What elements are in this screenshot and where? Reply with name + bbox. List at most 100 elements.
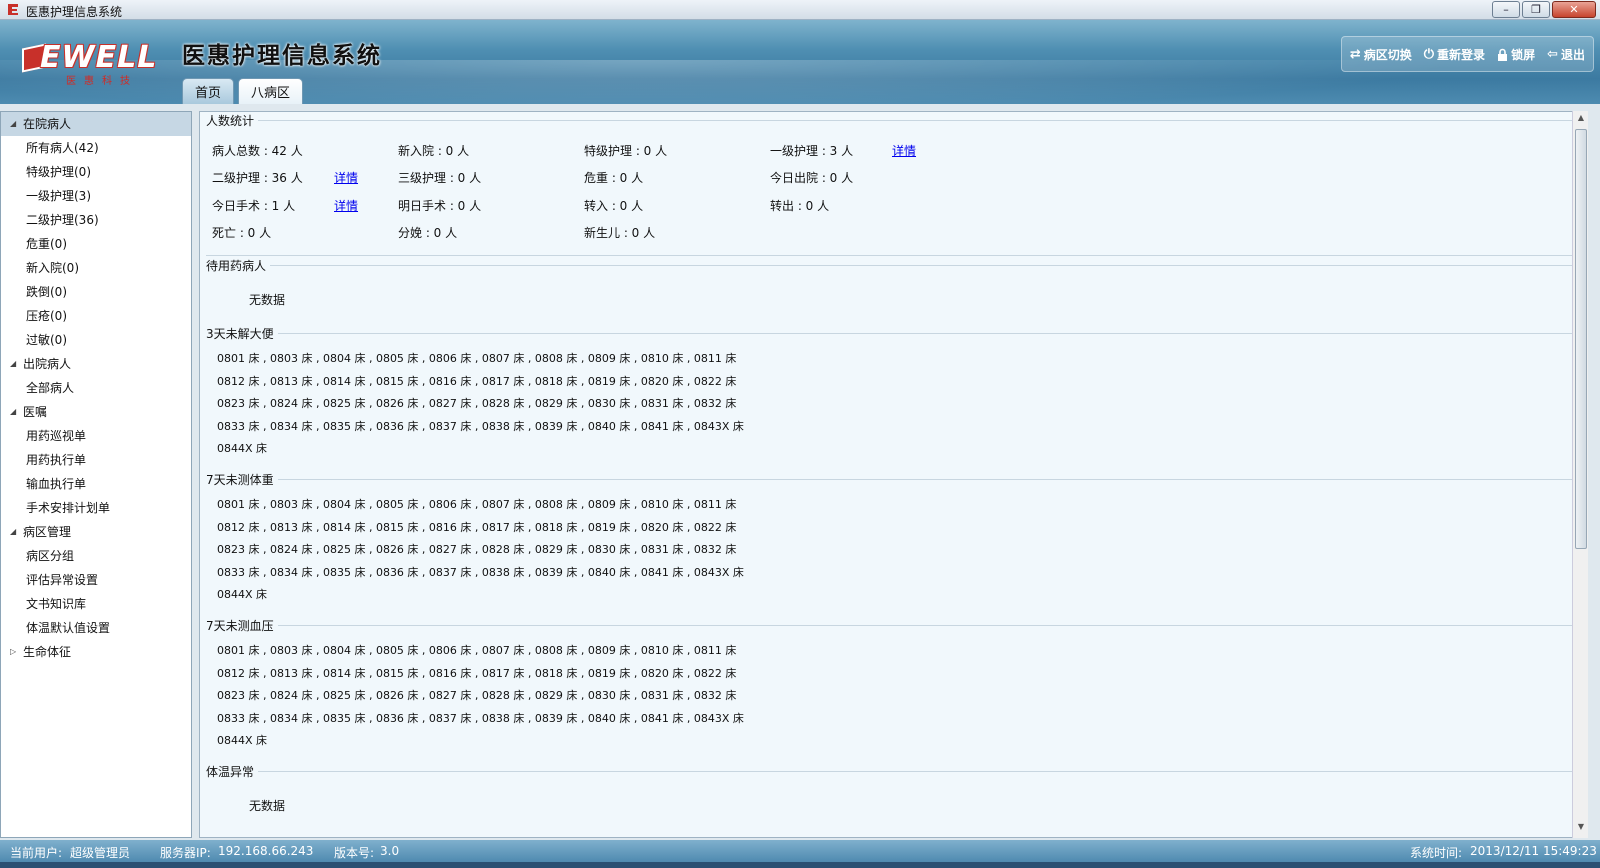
stat-item: 分娩 : 0 人 xyxy=(398,226,458,240)
bed-list-line: 0823 床 , 0824 床 , 0825 床 , 0826 床 , 0827… xyxy=(217,689,737,702)
tab-home[interactable]: 首页 xyxy=(182,78,235,104)
restore-button[interactable]: ❐ xyxy=(1522,1,1550,18)
app-icon xyxy=(8,4,18,15)
main-scrollbar[interactable]: ▲ ▼ xyxy=(1572,111,1588,838)
tree-group-17[interactable]: ◢ 病区管理 xyxy=(1,520,191,544)
tree-item-5[interactable]: 危重(0) xyxy=(1,232,191,256)
tree-group-0[interactable]: ◢ 在院病人 xyxy=(1,112,191,136)
expand-arrow-icon[interactable]: ◢ xyxy=(10,400,16,424)
system-time-label: 系统时间: xyxy=(1410,846,1463,860)
tree-item-label: 病区管理 xyxy=(23,525,72,539)
section-legend: 体温异常 xyxy=(206,763,259,780)
switch-ward-label: 病区切换 xyxy=(1363,47,1412,62)
app-header: EWELL 医惠科技 医惠护理信息系统 首页 八病区 ⇄ 病区切换 ⏻ 重新登录… xyxy=(0,20,1600,104)
status-bar: 当前用户: 超级管理员 服务器IP: 192.168.66.243 版本号: 3… xyxy=(0,840,1600,862)
section-legend: 待用药病人 xyxy=(206,257,271,274)
exit-button[interactable]: ⇦ 退出 xyxy=(1547,46,1585,63)
tree-item-2[interactable]: 特级护理(0) xyxy=(1,160,191,184)
tree-item-4[interactable]: 二级护理(36) xyxy=(1,208,191,232)
bed-list-line: 0812 床 , 0813 床 , 0814 床 , 0815 床 , 0816… xyxy=(217,520,737,534)
relogin-button[interactable]: ⏻ 重新登录 xyxy=(1424,46,1485,63)
tree-item-1[interactable]: 所有病人(42) xyxy=(1,136,191,160)
tree-item-7[interactable]: 跌倒(0) xyxy=(1,280,191,304)
stats-legend: 人数统计 xyxy=(206,112,259,129)
tree-item-6[interactable]: 新入院(0) xyxy=(1,256,191,280)
tree-item-18[interactable]: 病区分组 xyxy=(1,544,191,568)
scroll-up-icon[interactable]: ▲ xyxy=(1575,113,1587,127)
os-taskbar xyxy=(0,862,1600,868)
expand-arrow-icon[interactable]: ◢ xyxy=(10,112,16,136)
detail-link[interactable]: 详情 xyxy=(892,142,916,160)
navigation-tree: ◢ 在院病人 所有病人(42) 特级护理(0) 一级护理(3) 二级护理(36) 危重(0)… xyxy=(0,111,192,838)
tree-item-19[interactable]: 评估异常设置 xyxy=(1,568,191,592)
window-titlebar: 医惠护理信息系统 – ❐ ✕ xyxy=(0,0,1600,20)
tree-item-label: 生命体征 xyxy=(23,645,72,659)
bed-list-line: 0801 床 , 0803 床 , 0804 床 , 0805 床 , 0806… xyxy=(217,352,737,365)
bed-list-line: 0844X 床 xyxy=(217,588,268,601)
scroll-thumb[interactable] xyxy=(1575,129,1587,549)
server-ip-value: 192.168.66.243 xyxy=(218,844,314,858)
collapse-arrow-icon[interactable]: ▷ xyxy=(10,640,16,664)
stat-item: 病人总数 : 42 人 xyxy=(212,144,303,158)
app-title: 医惠护理信息系统 xyxy=(182,43,382,69)
header-toolbar: ⇄ 病区切换 ⏻ 重新登录 锁屏 ⇦ 退出 xyxy=(1340,36,1594,72)
expand-arrow-icon[interactable]: ◢ xyxy=(10,520,16,544)
scroll-down-icon[interactable]: ▼ xyxy=(1575,822,1587,836)
tree-item-16[interactable]: 手术安排计划单 xyxy=(1,496,191,520)
tree-item-label: 过敏(0) xyxy=(26,333,67,347)
tree-item-3[interactable]: 一级护理(3) xyxy=(1,184,191,208)
tree-item-11[interactable]: 全部病人 xyxy=(1,376,191,400)
restore-icon: ❐ xyxy=(1531,3,1541,16)
window-controls: – ❐ ✕ xyxy=(1492,1,1596,18)
stat-item: 一级护理 : 3 人 xyxy=(770,144,854,158)
bed-list-line: 0823 床 , 0824 床 , 0825 床 , 0826 床 , 0827… xyxy=(217,397,737,410)
system-time-value: 2013/12/11 15:49:23 xyxy=(1470,844,1597,858)
lock-screen-button[interactable]: 锁屏 xyxy=(1497,46,1535,63)
version-value: 3.0 xyxy=(380,844,400,858)
section-legend: 3天未解大便 xyxy=(206,325,278,342)
tab-bar: 首页 八病区 xyxy=(182,78,304,104)
tree-item-21[interactable]: 体温默认值设置 xyxy=(1,616,191,640)
tree-item-label: 手术安排计划单 xyxy=(26,501,111,515)
exit-label: 退出 xyxy=(1560,47,1585,62)
tree-item-label: 用药巡视单 xyxy=(26,429,87,443)
tree-item-label: 压疮(0) xyxy=(26,309,67,323)
logo: EWELL 医惠科技 xyxy=(22,38,162,87)
section-4: 体温异常 无数据 xyxy=(206,763,1582,837)
bed-list-line: 0812 床 , 0813 床 , 0814 床 , 0815 床 , 0816… xyxy=(217,374,737,388)
tree-item-20[interactable]: 文书知识库 xyxy=(1,592,191,616)
detail-link[interactable]: 详情 xyxy=(334,169,358,187)
stats-section: 人数统计 病人总数 : 42 人 新入院 : 0 人 特级护理 : 0 人 一级护理 … xyxy=(206,112,1582,256)
section-legend: 7天未测血压 xyxy=(206,617,278,634)
tree-item-label: 体温默认值设置 xyxy=(26,621,111,635)
minimize-button[interactable]: – xyxy=(1492,1,1520,18)
switch-icon: ⇄ xyxy=(1349,46,1361,62)
stat-item: 死亡 : 0 人 xyxy=(212,226,272,240)
tree-item-14[interactable]: 用药执行单 xyxy=(1,448,191,472)
switch-ward-button[interactable]: ⇄ 病区切换 xyxy=(1350,46,1412,63)
section-2: 7天未测体重 0801 床 , 0803 床 , 0804 床 , 0805 床 … xyxy=(206,471,1582,619)
detail-link[interactable]: 详情 xyxy=(334,197,358,215)
tree-item-label: 用药执行单 xyxy=(26,453,87,467)
tree-item-label: 特级护理(0) xyxy=(26,165,91,179)
tree-item-8[interactable]: 压疮(0) xyxy=(1,304,191,328)
tree-item-label: 全部病人 xyxy=(26,381,75,395)
tree-item-9[interactable]: 过敏(0) xyxy=(1,328,191,352)
bed-list-line: 0801 床 , 0803 床 , 0804 床 , 0805 床 , 0806… xyxy=(217,644,737,657)
tree-group-12[interactable]: ◢ 医嘱 xyxy=(1,400,191,424)
stat-item: 今日手术 : 1 人 xyxy=(212,199,296,213)
bed-list-line: 0844X 床 xyxy=(217,734,268,747)
tree-group-10[interactable]: ◢ 出院病人 xyxy=(1,352,191,376)
logo-subtext: 医惠科技 xyxy=(66,76,138,87)
tab-ward-8[interactable]: 八病区 xyxy=(238,78,304,104)
section-legend: 7天未测体重 xyxy=(206,471,278,488)
expand-arrow-icon[interactable]: ◢ xyxy=(10,352,16,376)
tree-group-22[interactable]: ▷ 生命体征 xyxy=(1,640,191,664)
tree-item-15[interactable]: 输血执行单 xyxy=(1,472,191,496)
tree-item-label: 一级护理(3) xyxy=(26,189,91,203)
current-user-label: 当前用户: xyxy=(10,846,63,860)
close-button[interactable]: ✕ xyxy=(1552,1,1596,18)
window-title: 医惠护理信息系统 xyxy=(26,5,123,19)
tree-item-13[interactable]: 用药巡视单 xyxy=(1,424,191,448)
server-ip-label: 服务器IP: xyxy=(160,846,211,860)
